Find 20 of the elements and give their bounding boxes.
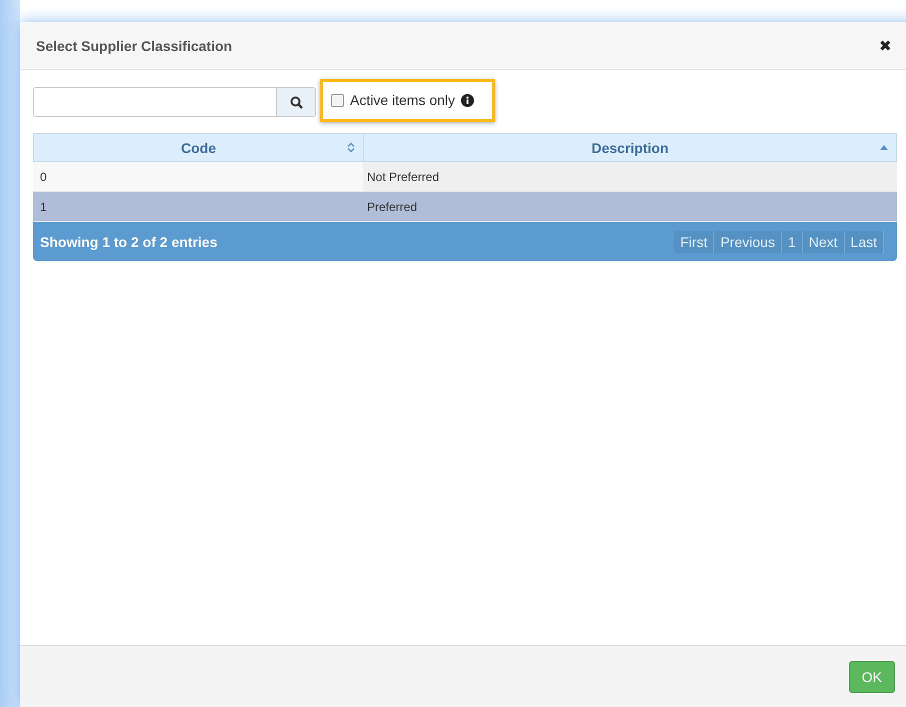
table-row[interactable]: 1 Preferred xyxy=(33,192,897,222)
sort-ascending-icon xyxy=(880,145,888,150)
table-cell-text: Preferred xyxy=(366,200,418,214)
ok-button[interactable]: OK xyxy=(848,660,895,692)
checkbox[interactable] xyxy=(331,94,344,106)
column-header[interactable]: Code xyxy=(34,134,364,161)
checkbox-label[interactable]: Active items only xyxy=(350,92,456,108)
info-icon xyxy=(461,94,474,106)
dialog-title: Select Supplier Classification xyxy=(36,38,232,54)
search-button[interactable] xyxy=(277,87,316,117)
close-button[interactable]: ✖ xyxy=(879,36,892,54)
entries-info: Showing 1 to 2 of 2 entries xyxy=(40,234,218,250)
search-icon xyxy=(290,96,302,108)
table-cell-text: 0 xyxy=(39,170,48,184)
search-field[interactable] xyxy=(33,87,277,117)
column-header[interactable]: Description xyxy=(364,134,896,161)
table-row[interactable]: 0 Not Preferred xyxy=(33,162,897,192)
table-cell-text: 1 xyxy=(39,200,48,214)
sort-icon xyxy=(347,142,355,153)
table-cell-text: Not Preferred xyxy=(366,170,440,184)
